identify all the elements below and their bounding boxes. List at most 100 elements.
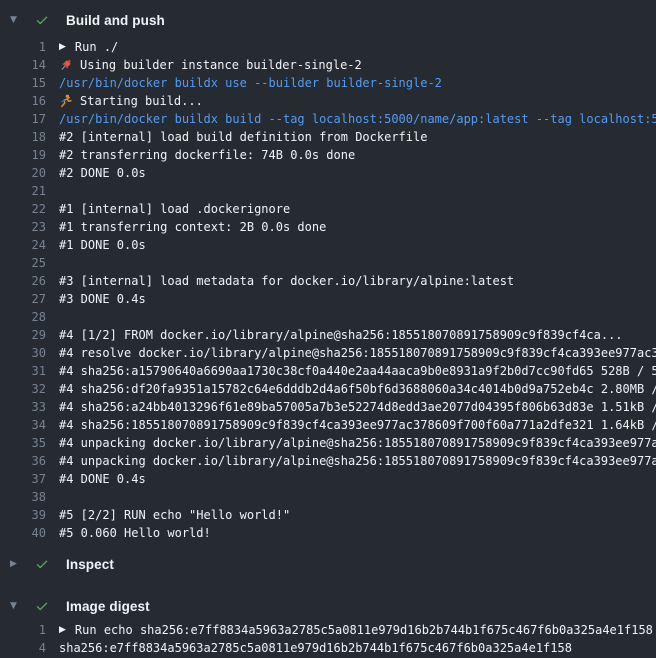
line-content: #4 sha256:185518070891758909c9f839cf4ca3… [59, 416, 656, 434]
line-content: #1 [internal] load .dockerignore [59, 200, 290, 218]
line-text: /usr/bin/docker buildx use --builder bui… [59, 74, 442, 92]
line-number[interactable]: 38 [0, 488, 46, 506]
line-number[interactable]: 35 [0, 434, 46, 452]
line-content: #4 sha256:a15790640a6690aa1730c38cf0a440… [59, 362, 656, 380]
log-line: 26#3 [internal] load metadata for docker… [0, 272, 656, 290]
log-line: 23 #1 transferring context: 2B 0.0s done [0, 218, 656, 236]
log-line: 18 #2 [internal] load build definition fr… [0, 128, 656, 146]
line-number[interactable]: 39 [0, 506, 46, 524]
line-number[interactable]: 37 [0, 470, 46, 488]
line-number[interactable]: 22 [0, 200, 46, 218]
line-content: #4 sha256:df20fa9351a15782c64e6dddb2d4a6… [59, 380, 656, 398]
line-number[interactable]: 14 [0, 56, 46, 74]
line-content: ▶Run echo sha256:e7ff8834a5963a2785c5a08… [59, 621, 653, 639]
section-title: Image digest [66, 599, 150, 614]
log-line: 36#4 unpacking docker.io/library/alpine@… [0, 452, 656, 470]
check-icon [37, 556, 53, 572]
line-content: #5 [2/2] RUN echo "Hello world!" [59, 506, 290, 524]
line-number[interactable]: 19 [0, 146, 46, 164]
log-section-inspect: ▶Inspect [0, 552, 656, 576]
runner-icon [59, 94, 73, 108]
check-icon [37, 598, 53, 614]
line-number[interactable]: 31 [0, 362, 46, 380]
section-header-inspect[interactable]: ▶Inspect [0, 552, 656, 576]
line-text: #2 DONE 0.0s [59, 164, 146, 182]
line-content: #5 0.060 Hello world! [59, 524, 211, 542]
log-line: 33 #4 sha256:a24bb4013296f61e89ba57005a7b… [0, 398, 656, 416]
line-number[interactable]: 24 [0, 236, 46, 254]
line-content: /usr/bin/docker buildx build --tag local… [59, 110, 656, 128]
line-number[interactable]: 40 [0, 524, 46, 542]
expand-group-icon[interactable]: ▶ [59, 38, 66, 56]
line-content: #2 [internal] load build definition from… [59, 128, 427, 146]
line-number[interactable]: 4 [0, 639, 46, 657]
line-text: #4 sha256:185518070891758909c9f839cf4ca3… [59, 416, 656, 434]
log-lines-build-and-push: 1 ▶Run ./ 14 Using builder instance builder… [0, 38, 656, 542]
log-line: 16 Starting build... [0, 92, 656, 110]
line-number[interactable]: 25 [0, 254, 46, 272]
line-text: #4 sha256:a24bb4013296f61e89ba57005a7b3e… [59, 398, 656, 416]
line-content: #4 sha256:a24bb4013296f61e89ba57005a7b3e… [59, 398, 656, 416]
line-number[interactable]: 29 [0, 326, 46, 344]
line-content: #3 DONE 0.4s [59, 290, 146, 308]
log-line: 20 #2 DONE 0.0s [0, 164, 656, 182]
section-header-build-and-push[interactable]: ▼Build and push [0, 0, 656, 32]
twistie-expanded-icon: ▼ [10, 15, 24, 25]
line-content: #2 DONE 0.0s [59, 164, 146, 182]
line-number[interactable]: 21 [0, 182, 46, 200]
line-number[interactable]: 17 [0, 110, 46, 128]
line-text: #4 sha256:df20fa9351a15782c64e6dddb2d4a6… [59, 380, 656, 398]
log-line: 39 #5 [2/2] RUN echo "Hello world!" [0, 506, 656, 524]
line-text: #2 [internal] load build definition from… [59, 128, 427, 146]
line-number[interactable]: 15 [0, 74, 46, 92]
log-line: 14 Using builder instance builder-single-… [0, 56, 656, 74]
line-content: #2 transferring dockerfile: 74B 0.0s don… [59, 146, 355, 164]
line-text: #1 transferring context: 2B 0.0s done [59, 218, 326, 236]
pushpin-icon [59, 58, 73, 72]
line-content: Starting build... [59, 92, 203, 110]
expand-group-icon[interactable]: ▶ [59, 621, 66, 639]
log-line: 25 [0, 254, 656, 272]
log-line: 1 ▶Run ./ [0, 38, 656, 56]
line-content: Using builder instance builder-single-2 [59, 56, 362, 74]
line-text: sha256:e7ff8834a5963a2785c5a0811e979d16b… [59, 639, 572, 657]
log-lines-image-digest: 1 ▶Run echo sha256:e7ff8834a5963a2785c5a0… [0, 621, 656, 657]
line-text: #5 [2/2] RUN echo "Hello world!" [59, 506, 290, 524]
line-content: #4 DONE 0.4s [59, 470, 146, 488]
line-number[interactable]: 1 [0, 621, 46, 639]
line-number[interactable]: 23 [0, 218, 46, 236]
line-content: #4 [1/2] FROM docker.io/library/alpine@s… [59, 326, 623, 344]
log-section-build-and-push: ▼Build and push 1 ▶Run ./ 14 Using builder i… [0, 0, 656, 542]
check-icon [37, 12, 53, 28]
line-content: ▶Run ./ [59, 38, 118, 56]
line-number[interactable]: 27 [0, 290, 46, 308]
line-number[interactable]: 28 [0, 308, 46, 326]
section-header-image-digest[interactable]: ▼Image digest [0, 594, 656, 618]
line-text: #4 [1/2] FROM docker.io/library/alpine@s… [59, 326, 623, 344]
line-text: Starting build... [80, 92, 203, 110]
line-number[interactable]: 26 [0, 272, 46, 290]
line-text: #3 DONE 0.4s [59, 290, 146, 308]
line-number[interactable]: 34 [0, 416, 46, 434]
log-line: 35 #4 unpacking docker.io/library/alpine@… [0, 434, 656, 452]
log-line: 32 #4 sha256:df20fa9351a15782c64e6dddb2d4… [0, 380, 656, 398]
line-number[interactable]: 30 [0, 344, 46, 362]
section-title: Inspect [66, 557, 114, 572]
line-number[interactable]: 36 [0, 452, 46, 470]
line-number[interactable]: 33 [0, 398, 46, 416]
log-line: 17/usr/bin/docker buildx build --tag loc… [0, 110, 656, 128]
log-line: 31 #4 sha256:a15790640a6690aa1730c38cf0a4… [0, 362, 656, 380]
log-section-image-digest: ▼Image digest 1 ▶Run echo sha256:e7ff8834a… [0, 594, 656, 657]
line-text: /usr/bin/docker buildx build --tag local… [59, 110, 656, 128]
line-number[interactable]: 1 [0, 38, 46, 56]
log-line: 30#4 resolve docker.io/library/alpine@sh… [0, 344, 656, 362]
log-line: 4 sha256:e7ff8834a5963a2785c5a0811e979d16… [0, 639, 656, 657]
line-content: #4 unpacking docker.io/library/alpine@sh… [59, 434, 656, 452]
workflow-log-viewer: ▼Build and push1▶Run ./14Using builder i… [0, 0, 656, 658]
line-number[interactable]: 20 [0, 164, 46, 182]
line-number[interactable]: 16 [0, 92, 46, 110]
log-line: 40 #5 0.060 Hello world! [0, 524, 656, 542]
log-line: 38 [0, 488, 656, 506]
line-number[interactable]: 18 [0, 128, 46, 146]
line-number[interactable]: 32 [0, 380, 46, 398]
